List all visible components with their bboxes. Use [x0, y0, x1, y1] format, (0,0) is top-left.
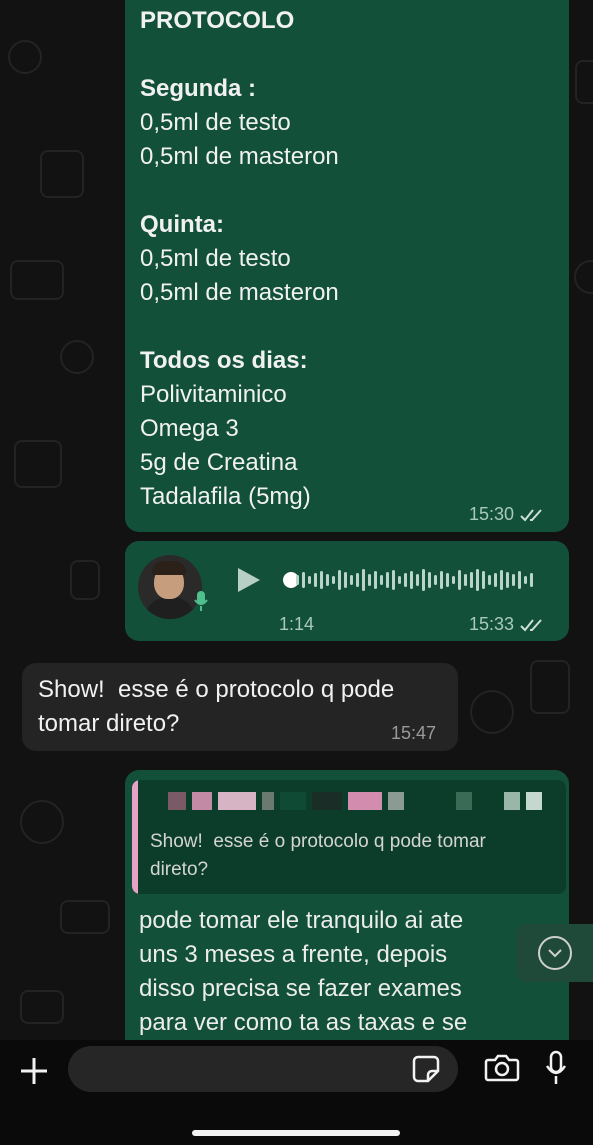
- message-text: tomar direto?: [38, 710, 180, 737]
- doodle-icon: [60, 340, 94, 374]
- monday-item: 0,5ml de masteron: [140, 143, 339, 170]
- waveform-bar: [392, 570, 395, 590]
- thursday-item: 0,5ml de testo: [140, 245, 291, 272]
- message-input[interactable]: [68, 1046, 458, 1092]
- waveform-bar: [374, 571, 377, 589]
- waveform-bar: [506, 572, 509, 588]
- waveform-bar: [302, 572, 305, 588]
- blurred-sender-name: [168, 792, 542, 810]
- doodle-icon: [20, 800, 64, 844]
- waveform-bar: [410, 571, 413, 589]
- waveform-bar: [416, 574, 419, 586]
- doodle-icon: [10, 260, 64, 300]
- message-time: 15:33: [469, 614, 515, 634]
- message-text: para ver como ta as taxas e se: [139, 1009, 468, 1036]
- waveform-bar: [512, 574, 515, 586]
- waveform-bar: [314, 573, 317, 587]
- waveform-bar: [518, 571, 521, 589]
- waveform-bar: [404, 573, 407, 587]
- doodle-icon: [8, 40, 42, 74]
- waveform-bar: [398, 576, 401, 584]
- monday-label: Segunda :: [140, 75, 257, 102]
- quote-accent-bar: [132, 780, 138, 894]
- waveform-bar: [530, 573, 533, 587]
- waveform-bar: [476, 569, 479, 591]
- waveform-bar: [464, 574, 467, 586]
- play-icon[interactable]: [236, 566, 262, 594]
- incoming-message[interactable]: Show! esse é o protocolo q pode tomar di…: [22, 663, 458, 751]
- microphone-icon[interactable]: [545, 1050, 567, 1086]
- home-indicator: [192, 1130, 400, 1136]
- waveform-bar: [308, 576, 311, 584]
- quoted-text-line: Show! esse é o protocolo q pode tomar: [150, 831, 486, 852]
- waveform-bar: [380, 575, 383, 585]
- waveform-bar: [440, 571, 443, 589]
- waveform-bar: [500, 570, 503, 590]
- camera-icon[interactable]: [484, 1053, 520, 1083]
- doodle-icon: [40, 150, 84, 198]
- doodle-icon: [70, 560, 100, 600]
- daily-item: Polivitaminico: [140, 381, 287, 408]
- waveform-bar: [296, 575, 299, 585]
- plus-icon[interactable]: [18, 1055, 50, 1087]
- waveform-bar: [326, 574, 329, 586]
- doodle-icon: [575, 60, 593, 104]
- waveform-bar: [386, 572, 389, 588]
- doodle-icon: [14, 440, 62, 488]
- double-check-icon: [520, 508, 542, 521]
- protocol-message[interactable]: PROTOCOLO Segunda : 0,5ml de testo 0,5ml…: [125, 0, 569, 532]
- message-meta: 15:30: [469, 504, 546, 525]
- waveform-bar: [356, 573, 359, 587]
- waveform-bar: [332, 576, 335, 584]
- doodle-icon: [574, 260, 593, 294]
- monday-item: 0,5ml de testo: [140, 109, 291, 136]
- audio-waveform[interactable]: [296, 565, 533, 595]
- thursday-item: 0,5ml de masteron: [140, 279, 339, 306]
- doodle-icon: [530, 660, 570, 714]
- waveform-bar: [368, 574, 371, 586]
- doodle-icon: [20, 990, 64, 1024]
- waveform-bar: [350, 575, 353, 585]
- protocol-title: PROTOCOLO: [140, 7, 295, 34]
- doodle-icon: [470, 690, 514, 734]
- waveform-bar: [524, 576, 527, 584]
- doodle-icon: [60, 900, 110, 934]
- waveform-bar: [428, 572, 431, 588]
- voice-duration: 1:14: [279, 614, 315, 634]
- waveform-bar: [488, 575, 491, 585]
- waveform-bar: [320, 571, 323, 589]
- waveform-bar: [470, 572, 473, 588]
- waveform-bar: [482, 571, 485, 589]
- message-text: uns 3 meses a frente, depois: [139, 941, 448, 968]
- daily-item: Tadalafila (5mg): [140, 483, 311, 510]
- waveform-bar: [422, 569, 425, 591]
- chevron-down-icon: [537, 936, 572, 970]
- double-check-icon: [520, 618, 542, 631]
- message-text: Show! esse é o protocolo q pode: [38, 676, 395, 703]
- quoted-text-line: direto?: [150, 859, 209, 880]
- protocol-content: PROTOCOLO Segunda : 0,5ml de testo 0,5ml…: [140, 4, 339, 514]
- avatar: [138, 555, 202, 619]
- waveform-bar: [338, 570, 341, 590]
- daily-item: Omega 3: [140, 415, 239, 442]
- waveform-bar: [452, 576, 455, 584]
- waveform-bar: [458, 570, 461, 590]
- daily-item: 5g de Creatina: [140, 449, 298, 476]
- message-time: 15:30: [469, 504, 515, 524]
- message-text: pode tomar ele tranquilo ai ate: [139, 907, 464, 934]
- scroll-to-bottom-button[interactable]: [516, 924, 593, 982]
- waveform-bar: [494, 573, 497, 587]
- sticker-icon[interactable]: [412, 1055, 440, 1083]
- waveform-bar: [362, 569, 365, 591]
- quoted-message[interactable]: Show! esse é o protocolo q pode tomar di…: [132, 780, 566, 894]
- message-meta: 15:33: [469, 614, 546, 635]
- waveform-bar: [434, 575, 437, 585]
- message-text: disso precisa se fazer exames: [139, 975, 462, 1002]
- waveform-bar: [344, 572, 347, 588]
- thursday-label: Quinta:: [140, 211, 224, 238]
- microphone-icon: [194, 591, 208, 611]
- waveform-bar: [446, 573, 449, 587]
- daily-label: Todos os dias:: [140, 347, 308, 374]
- message-time: 15:47: [391, 723, 437, 743]
